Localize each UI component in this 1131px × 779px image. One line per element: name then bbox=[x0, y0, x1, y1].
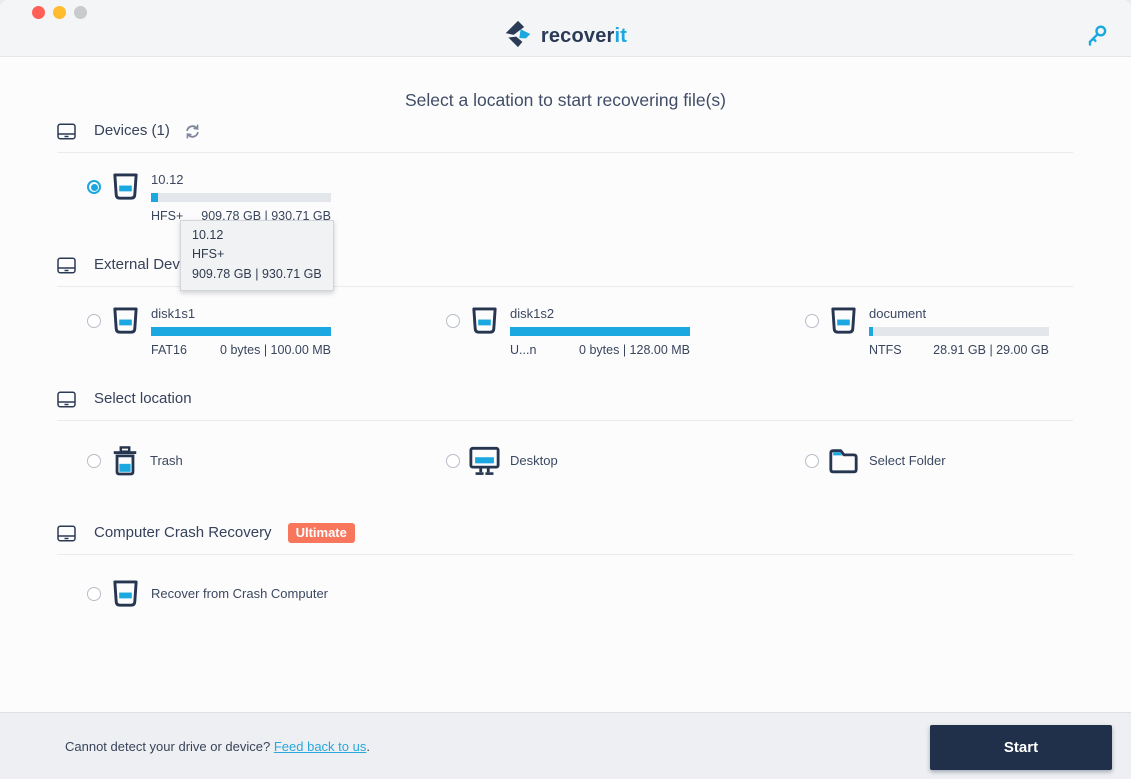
device-meta: FAT16 0 bytes | 100.00 MB bbox=[151, 343, 331, 357]
recoverit-window: recoverit Select a location to start rec… bbox=[0, 0, 1131, 779]
device-name: disk1s2 bbox=[510, 305, 690, 322]
feedback-link[interactable]: Feed back to us bbox=[274, 739, 367, 754]
radio-desktop[interactable] bbox=[446, 454, 460, 468]
logo-wordmark: recoverit bbox=[541, 25, 627, 48]
radio-select-folder[interactable] bbox=[805, 454, 819, 468]
device-row-document[interactable]: document NTFS 28.91 GB | 29.00 GB bbox=[805, 304, 1049, 357]
section-label-crash-recovery: Computer Crash Recovery bbox=[94, 524, 272, 542]
location-row-trash[interactable]: Trash bbox=[87, 445, 183, 477]
recoverit-logo: recoverit bbox=[0, 20, 1131, 53]
ultimate-badge: Ultimate bbox=[288, 523, 355, 543]
device-row-disk1s2[interactable]: disk1s2 U...n 0 bytes | 128.00 MB bbox=[446, 304, 690, 357]
device-meta: U...n 0 bytes | 128.00 MB bbox=[510, 343, 690, 357]
device-name: document bbox=[869, 305, 1049, 322]
filesystem-label: FAT16 bbox=[151, 343, 187, 357]
location-label: Trash bbox=[150, 445, 183, 477]
tooltip-size: 909.78 GB | 930.71 GB bbox=[192, 265, 322, 284]
hard-drive-icon bbox=[110, 172, 141, 223]
hard-drive-icon bbox=[110, 579, 141, 610]
capacity-bar bbox=[151, 327, 331, 336]
hard-drive-icon bbox=[110, 306, 141, 357]
device-row-disk1s1[interactable]: disk1s1 FAT16 0 bytes | 100.00 MB bbox=[87, 304, 331, 357]
crash-recovery-row[interactable]: Recover from Crash Computer bbox=[87, 578, 328, 610]
folder-icon bbox=[828, 446, 859, 477]
close-window-button[interactable] bbox=[32, 6, 45, 19]
size-label: 0 bytes | 100.00 MB bbox=[220, 343, 331, 357]
drive-section-icon bbox=[57, 525, 76, 547]
device-tooltip: 10.12 HFS+ 909.78 GB | 930.71 GB bbox=[180, 220, 334, 291]
tooltip-name: 10.12 bbox=[192, 226, 322, 245]
filesystem-label: U...n bbox=[510, 343, 536, 357]
capacity-bar bbox=[869, 327, 1049, 336]
capacity-bar bbox=[510, 327, 690, 336]
filesystem-label: HFS+ bbox=[151, 209, 183, 223]
footer-question: Cannot detect your drive or device? bbox=[65, 739, 274, 754]
crash-recovery-label: Recover from Crash Computer bbox=[151, 578, 328, 610]
location-label: Select Folder bbox=[869, 445, 946, 477]
radio-disk1s2[interactable] bbox=[446, 314, 460, 328]
radio-crash-computer[interactable] bbox=[87, 587, 101, 601]
filesystem-label: NTFS bbox=[869, 343, 902, 357]
refresh-icon[interactable] bbox=[184, 123, 201, 145]
footer-bar: Cannot detect your drive or device? Feed… bbox=[0, 712, 1131, 779]
size-label: 28.91 GB | 29.00 GB bbox=[933, 343, 1049, 357]
desktop-icon bbox=[469, 446, 500, 477]
location-label: Desktop bbox=[510, 445, 558, 477]
hard-drive-icon bbox=[828, 306, 859, 357]
drive-section-icon bbox=[57, 391, 76, 413]
trash-icon bbox=[110, 446, 140, 477]
device-row-10-12[interactable]: 10.12 HFS+ 909.78 GB | 930.71 GB bbox=[87, 170, 331, 223]
radio-device-10-12[interactable] bbox=[87, 180, 101, 194]
traffic-lights bbox=[32, 6, 87, 19]
footer-help-text: Cannot detect your drive or device? Feed… bbox=[65, 739, 370, 754]
tooltip-fs: HFS+ bbox=[192, 245, 322, 264]
radio-document[interactable] bbox=[805, 314, 819, 328]
radio-trash[interactable] bbox=[87, 454, 101, 468]
recoverit-logo-icon bbox=[504, 20, 532, 53]
location-row-desktop[interactable]: Desktop bbox=[446, 445, 558, 477]
device-meta: NTFS 28.91 GB | 29.00 GB bbox=[869, 343, 1049, 357]
section-label-select-location: Select location bbox=[94, 390, 192, 408]
capacity-bar bbox=[151, 193, 331, 202]
drive-section-icon bbox=[57, 123, 76, 145]
location-row-select-folder[interactable]: Select Folder bbox=[805, 445, 946, 477]
section-header-crash-recovery: Computer Crash Recovery Ultimate bbox=[57, 524, 1073, 555]
page-title: Select a location to start recovering fi… bbox=[0, 90, 1131, 111]
title-bar: recoverit bbox=[0, 0, 1131, 57]
section-label-devices: Devices (1) bbox=[94, 122, 170, 140]
section-header-select-location: Select location bbox=[57, 390, 1073, 421]
minimize-window-button[interactable] bbox=[53, 6, 66, 19]
zoom-window-button bbox=[74, 6, 87, 19]
device-name: 10.12 bbox=[151, 171, 331, 188]
section-header-devices: Devices (1) bbox=[57, 122, 1073, 153]
footer-period: . bbox=[366, 739, 370, 754]
size-label: 0 bytes | 128.00 MB bbox=[579, 343, 690, 357]
radio-disk1s1[interactable] bbox=[87, 314, 101, 328]
device-name: disk1s1 bbox=[151, 305, 331, 322]
drive-section-icon bbox=[57, 257, 76, 279]
hard-drive-icon bbox=[469, 306, 500, 357]
start-button[interactable]: Start bbox=[930, 725, 1112, 770]
activation-key-icon[interactable] bbox=[1085, 23, 1109, 47]
